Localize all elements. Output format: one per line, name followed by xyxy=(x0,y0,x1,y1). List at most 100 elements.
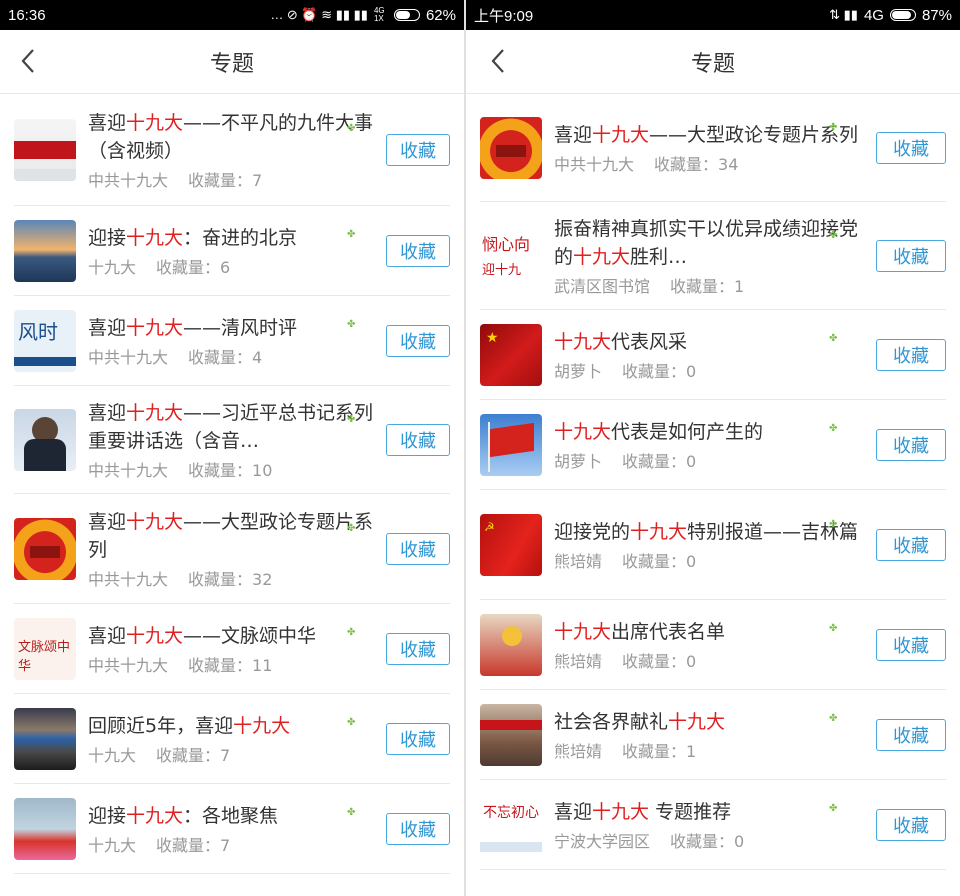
new-dot-icon: ✤ xyxy=(829,122,838,133)
favorite-button[interactable]: 收藏 xyxy=(386,722,450,755)
list-item[interactable]: 喜迎十九大——习近平总书记系列重要讲话选（含音… 中共十九大 收藏量：10 ✤ 收藏 xyxy=(14,386,450,494)
title-highlight: 十九大 xyxy=(126,401,184,424)
topic-author: 中共十九大 xyxy=(88,347,169,367)
favorite-button[interactable]: 收藏 xyxy=(386,324,450,357)
topic-thumbnail xyxy=(14,797,76,860)
back-button[interactable] xyxy=(484,46,514,76)
new-dot-icon: ✤ xyxy=(347,717,356,728)
topic-author: 中共十九大 xyxy=(554,154,635,174)
new-dot-icon: ✤ xyxy=(829,803,838,814)
topic-meta: 宁波大学园区 收藏量：0 xyxy=(554,828,868,852)
topic-author: 十九大 xyxy=(88,745,137,765)
favorite-button[interactable]: 收藏 xyxy=(386,632,450,665)
favorite-count-label: 收藏量： xyxy=(622,741,687,761)
new-dot-icon: ✤ xyxy=(347,523,356,534)
topic-title: 振奋精神真抓实干以优异成绩迎接党的十九大胜利… xyxy=(554,215,868,271)
list-item[interactable]: 风时 喜迎十九大——清风时评 中共十九大 收藏量：4 ✤ 收藏 xyxy=(14,296,450,386)
topic-author: 武清区图书馆 xyxy=(554,276,651,296)
title-suffix: 代表风采 xyxy=(611,330,688,353)
topic-info: 迎接十九大：各地聚焦 十九大 收藏量：7 xyxy=(88,802,378,856)
list-item[interactable]: 喜迎十九大——不平凡的九件大事（含视频） 中共十九大 收藏量：7 ✤ 收藏 xyxy=(14,94,450,206)
favorite-count-label: 收藏量： xyxy=(156,835,221,855)
page-title: 专题 xyxy=(209,51,254,77)
status-bar: 上午9:09 ⇅ ▮▮ 4G 87% xyxy=(466,0,960,30)
favorite-button[interactable]: 收藏 xyxy=(876,131,946,164)
favorite-count-label: 收藏量： xyxy=(654,154,719,174)
topic-info: 喜迎十九大 专题推荐 宁波大学园区 收藏量：0 xyxy=(554,798,868,852)
topic-list: 喜迎十九大——大型政论专题片系列 中共十九大 收藏量：34 ✤ 收藏 悯心向 迎十九 振奋精神… xyxy=(466,94,960,870)
topic-author: 中共十九大 xyxy=(88,655,169,675)
list-item[interactable]: 文脉颂中华 喜迎十九大——文脉颂中华 中共十九大 收藏量：11 ✤ 收藏 xyxy=(14,604,450,694)
topic-title: 迎接党的十九大特别报道——吉林篇 xyxy=(554,518,868,546)
favorite-count: 7 xyxy=(220,835,231,855)
favorite-button[interactable]: 收藏 xyxy=(876,808,946,841)
favorite-button[interactable]: 收藏 xyxy=(386,234,450,267)
list-item[interactable]: 迎接十九大：各地聚焦 十九大 收藏量：7 ✤ 收藏 xyxy=(14,784,450,874)
list-item[interactable]: 不忘初心 喜迎十九大 专题推荐 宁波大学园区 收藏量：0 ✤ 收藏 xyxy=(480,780,946,870)
favorite-count: 1 xyxy=(686,741,697,761)
topic-info: 喜迎十九大——大型政论专题片系列 中共十九大 收藏量：32 xyxy=(88,508,378,590)
topic-author: 中共十九大 xyxy=(88,569,169,589)
topic-author: 胡萝卜 xyxy=(554,451,603,471)
favorite-count: 6 xyxy=(220,257,231,277)
topic-author: 熊培婧 xyxy=(554,651,603,671)
title-prefix: 喜迎 xyxy=(88,316,127,339)
topic-thumbnail xyxy=(480,613,542,676)
title-highlight: 十九大 xyxy=(554,620,612,643)
new-dot-icon: ✤ xyxy=(829,623,838,634)
favorite-button[interactable]: 收藏 xyxy=(876,528,946,561)
new-dot-icon: ✤ xyxy=(829,519,838,530)
title-highlight: 十九大 xyxy=(668,710,726,733)
favorite-button[interactable]: 收藏 xyxy=(876,239,946,272)
new-dot-icon: ✤ xyxy=(829,230,838,241)
favorite-button[interactable]: 收藏 xyxy=(386,532,450,565)
battery-icon xyxy=(889,9,916,21)
topic-info: 回顾近5年，喜迎十九大 十九大 收藏量：7 xyxy=(88,712,378,766)
topic-list: 喜迎十九大——不平凡的九件大事（含视频） 中共十九大 收藏量：7 ✤ 收藏 迎接十九大：奋… xyxy=(0,94,464,874)
favorite-count: 7 xyxy=(252,170,263,190)
list-item[interactable]: 十九大出席代表名单 熊培婧 收藏量：0 ✤ 收藏 xyxy=(480,600,946,690)
battery-percent: 87% xyxy=(921,6,952,24)
topic-thumbnail: ★ xyxy=(480,323,542,386)
back-button[interactable] xyxy=(14,46,44,76)
topic-author: 宁波大学园区 xyxy=(554,831,651,851)
topic-thumbnail xyxy=(14,219,76,282)
topic-meta: 中共十九大 收藏量：11 xyxy=(88,652,378,676)
favorite-button[interactable]: 收藏 xyxy=(876,718,946,751)
topic-thumbnail xyxy=(480,116,542,179)
topic-info: 迎接十九大：奋进的北京 十九大 收藏量：6 xyxy=(88,224,378,278)
favorite-button[interactable]: 收藏 xyxy=(386,812,450,845)
new-dot-icon: ✤ xyxy=(829,423,838,434)
topic-title: 社会各界献礼十九大 xyxy=(554,708,868,736)
favorite-button[interactable]: 收藏 xyxy=(386,423,450,456)
list-item[interactable]: 悯心向 迎十九 振奋精神真抓实干以优异成绩迎接党的十九大胜利… 武清区图书馆 收藏量：1… xyxy=(480,202,946,310)
new-dot-icon: ✤ xyxy=(347,123,356,134)
favorite-button[interactable]: 收藏 xyxy=(876,628,946,661)
title-suffix: 专题推荐 xyxy=(649,800,732,823)
list-item[interactable]: ★ 十九大代表风采 胡萝卜 收藏量：0 ✤ 收藏 xyxy=(480,310,946,400)
list-item[interactable]: 回顾近5年，喜迎十九大 十九大 收藏量：7 ✤ 收藏 xyxy=(14,694,450,784)
favorite-button[interactable]: 收藏 xyxy=(386,133,450,166)
title-prefix: 社会各界献礼 xyxy=(554,710,669,733)
list-item[interactable]: 喜迎十九大——大型政论专题片系列 中共十九大 收藏量：32 ✤ 收藏 xyxy=(14,494,450,604)
topic-author: 十九大 xyxy=(88,257,137,277)
topic-thumbnail: 不忘初心 xyxy=(480,793,542,856)
title-highlight: 十九大 xyxy=(126,316,184,339)
list-item[interactable]: ☭ 迎接党的十九大特别报道——吉林篇 熊培婧 收藏量：0 ✤ 收藏 xyxy=(480,490,946,600)
network-type: 4G 1X xyxy=(373,6,385,23)
favorite-button[interactable]: 收藏 xyxy=(876,428,946,461)
topic-title: 喜迎十九大——清风时评 xyxy=(88,314,378,342)
favorite-button[interactable]: 收藏 xyxy=(876,338,946,371)
title-highlight: 十九大 xyxy=(630,520,688,543)
topic-title: 喜迎十九大——文脉颂中华 xyxy=(88,622,378,650)
favorite-count-label: 收藏量： xyxy=(622,451,687,471)
topic-meta: 胡萝卜 收藏量：0 xyxy=(554,358,868,382)
list-item[interactable]: 十九大代表是如何产生的 胡萝卜 收藏量：0 ✤ 收藏 xyxy=(480,400,946,490)
topic-author: 胡萝卜 xyxy=(554,361,603,381)
topic-title: 十九大出席代表名单 xyxy=(554,618,868,646)
list-item[interactable]: 迎接十九大：奋进的北京 十九大 收藏量：6 ✤ 收藏 xyxy=(14,206,450,296)
title-prefix: 喜迎 xyxy=(554,800,593,823)
list-item[interactable]: 社会各界献礼十九大 熊培婧 收藏量：1 ✤ 收藏 xyxy=(480,690,946,780)
list-item[interactable]: 喜迎十九大——大型政论专题片系列 中共十九大 收藏量：34 ✤ 收藏 xyxy=(480,94,946,202)
title-suffix: ：各地聚焦 xyxy=(183,804,279,827)
